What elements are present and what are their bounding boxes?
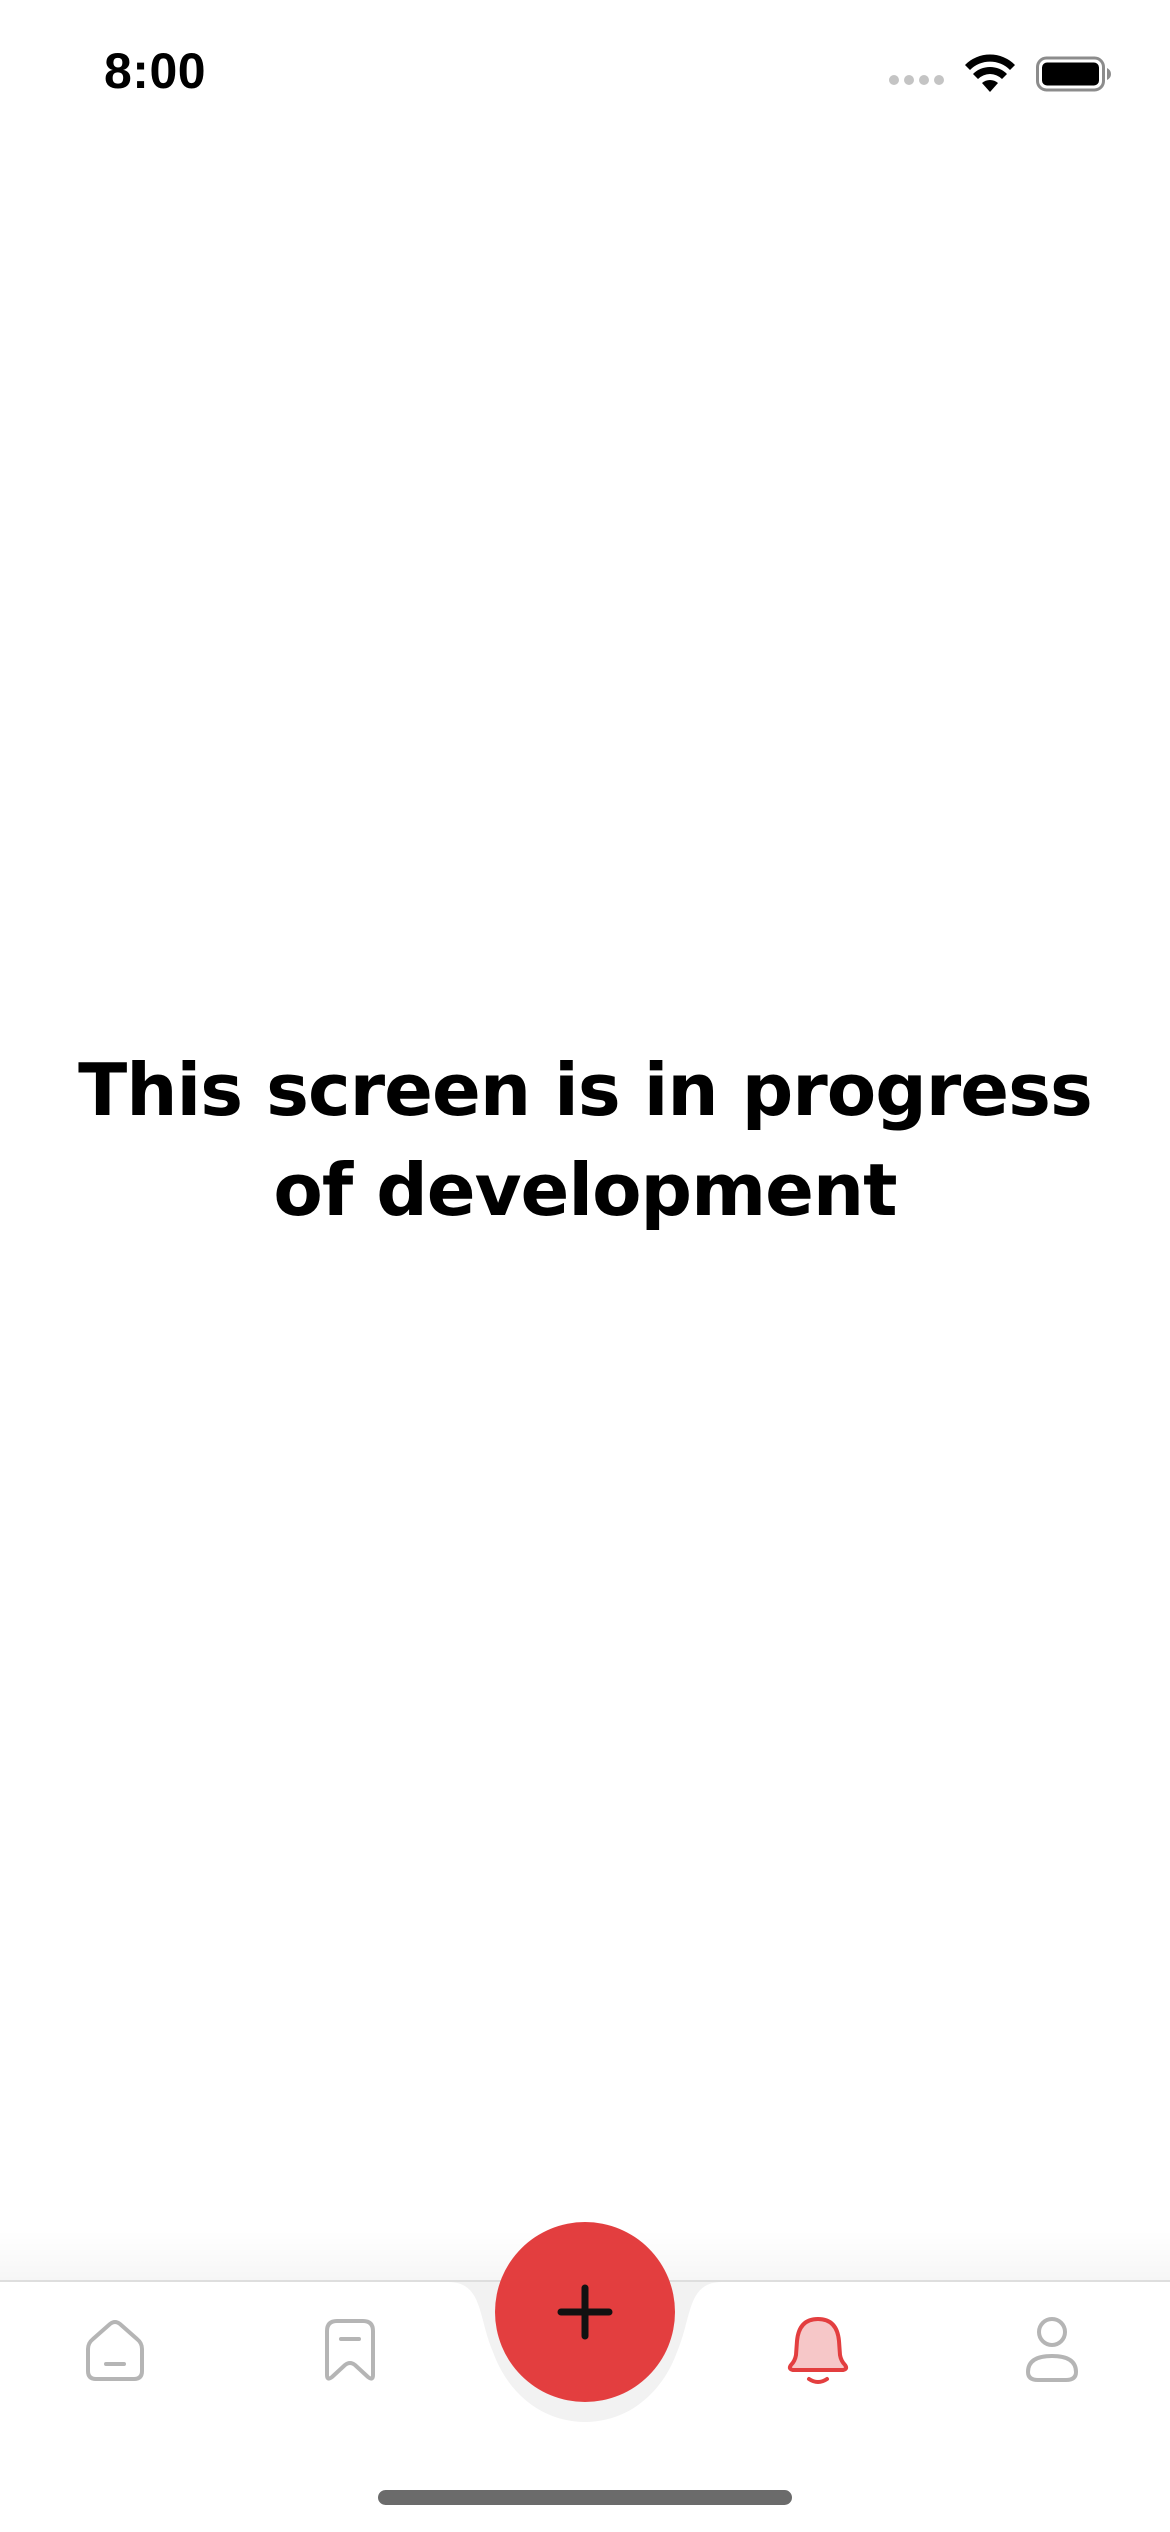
tab-home[interactable]: [50, 2300, 180, 2400]
tab-profile[interactable]: [987, 2300, 1117, 2400]
plus-icon: [557, 2284, 613, 2340]
battery-icon: [1036, 56, 1111, 92]
status-bar: 8:00: [0, 0, 1170, 150]
add-button[interactable]: [495, 2222, 675, 2402]
status-time: 8:00: [104, 43, 207, 99]
home-icon: [86, 2320, 144, 2381]
home-indicator[interactable]: [378, 2490, 792, 2505]
wifi-icon: [965, 54, 1015, 92]
cellular-signal-icon: [889, 75, 944, 85]
status-icons: [889, 50, 1112, 98]
tab-saved[interactable]: [285, 2300, 415, 2400]
tab-notifications[interactable]: [753, 2300, 883, 2400]
in-progress-message: This screen is in progress of developmen…: [78, 1048, 1093, 1232]
bell-icon: [787, 2317, 849, 2384]
user-icon: [1026, 2317, 1078, 2382]
bookmark-icon: [325, 2319, 375, 2381]
